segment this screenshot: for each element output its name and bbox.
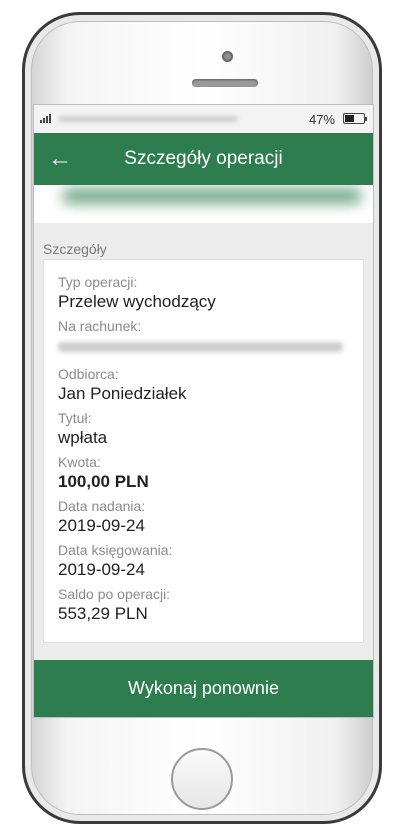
battery-icon (343, 113, 367, 124)
recipient-value: Jan Poniedziałek (58, 384, 187, 403)
title-label: Tytuł: (58, 410, 92, 426)
booking-date-value: 2019-09-24 (58, 560, 145, 579)
title-value: wpłata (58, 428, 108, 447)
details-card: Typ operacji: Przelew wychodzący Na rach… (43, 259, 364, 643)
home-button[interactable] (171, 748, 233, 810)
recipient-label: Odbiorca: (58, 366, 119, 382)
app-bar: ← Szczegóły operacji (34, 133, 373, 185)
account-number-blurred (58, 342, 343, 352)
section-label: Szczegóły (43, 241, 107, 257)
front-camera (222, 51, 233, 62)
booking-date-label: Data księgowania: (58, 542, 173, 558)
balance-label: Saldo po operacji: (58, 586, 171, 602)
account-label: Na rachunek: (58, 318, 142, 334)
send-date-label: Data nadania: (58, 498, 146, 514)
signal-icon (40, 114, 51, 123)
blurred-header-content (34, 185, 373, 223)
arrow-left-icon[interactable]: ← (46, 145, 74, 173)
operation-type-value: Przelew wychodzący (58, 292, 216, 311)
earpiece-speaker (192, 79, 258, 87)
blurred-account-summary (62, 189, 362, 203)
balance-value: 553,29 PLN (58, 604, 148, 623)
carrier-info-blurred (58, 116, 238, 122)
operation-type-label: Typ operacji: (58, 274, 138, 290)
repeat-operation-button[interactable]: Wykonaj ponownie (34, 660, 373, 717)
send-date-value: 2019-09-24 (58, 516, 145, 535)
battery-percent: 47% (308, 112, 335, 127)
app-screen: 47% ← Szczegóły operacji Szczegóły Typ o… (33, 104, 374, 718)
amount-label: Kwota: (58, 454, 101, 470)
status-bar: 47% (34, 105, 373, 133)
page-title: Szczegóły operacji (124, 148, 283, 169)
amount-value: 100,00 PLN (58, 472, 149, 491)
